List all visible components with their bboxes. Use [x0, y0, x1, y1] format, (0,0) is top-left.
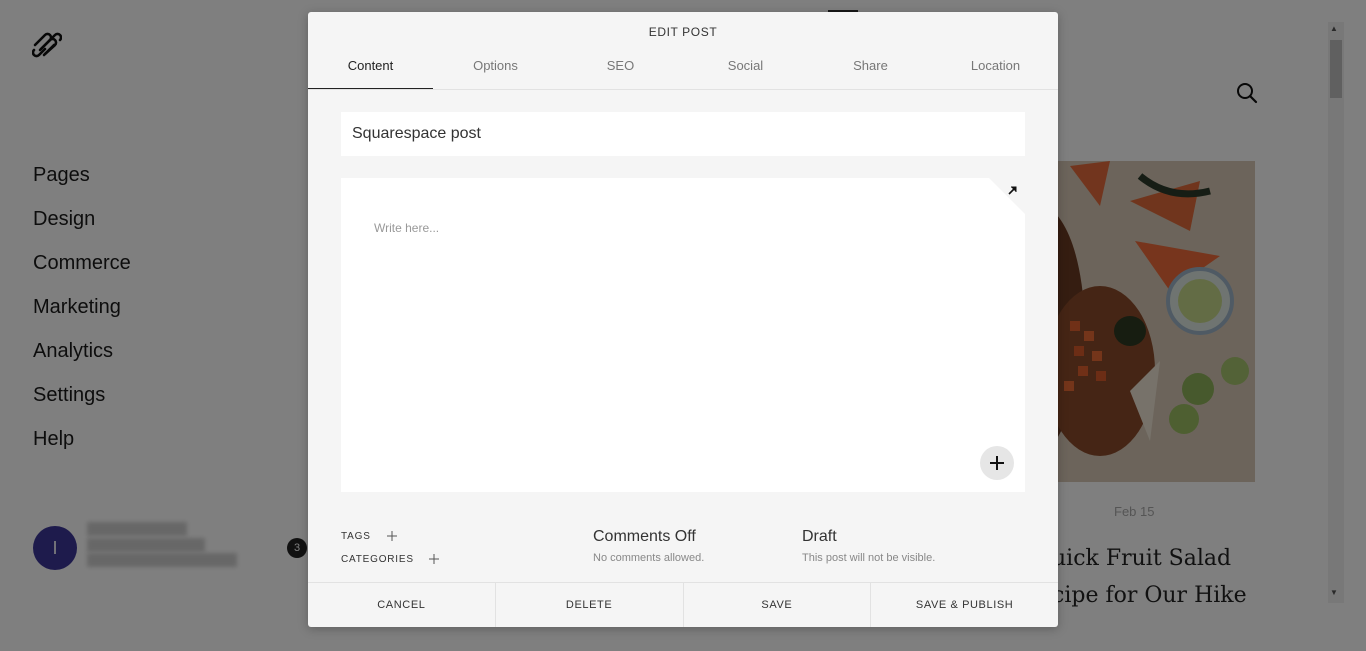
- editor-placeholder: Write here...: [374, 221, 440, 235]
- cancel-button[interactable]: CANCEL: [308, 583, 496, 627]
- plus-icon: [990, 456, 1004, 470]
- save-button[interactable]: SAVE: [684, 583, 872, 627]
- save-and-publish-button[interactable]: SAVE & PUBLISH: [871, 583, 1058, 627]
- status-setting[interactable]: Draft: [802, 528, 837, 546]
- tab-location[interactable]: Location: [933, 54, 1058, 89]
- add-category-icon[interactable]: [429, 554, 439, 564]
- tab-seo[interactable]: SEO: [558, 54, 683, 89]
- delete-button[interactable]: DELETE: [496, 583, 684, 627]
- comments-description: No comments allowed.: [593, 552, 705, 564]
- status-description: This post will not be visible.: [802, 552, 936, 564]
- add-tag-icon[interactable]: [387, 531, 397, 541]
- edit-post-dialog: EDIT POST Content Options SEO Social Sha…: [308, 12, 1058, 627]
- tab-options[interactable]: Options: [433, 54, 558, 89]
- tab-social[interactable]: Social: [683, 54, 808, 89]
- tab-bar: Content Options SEO Social Share Locatio…: [308, 54, 1058, 90]
- add-block-button[interactable]: [980, 446, 1014, 480]
- tab-share[interactable]: Share: [808, 54, 933, 89]
- post-body-editor[interactable]: Write here...: [341, 178, 1025, 492]
- tags-label: TAGS: [341, 531, 371, 542]
- dialog-title: EDIT POST: [648, 25, 718, 39]
- tab-content[interactable]: Content: [308, 54, 433, 89]
- expand-editor-icon[interactable]: [1007, 184, 1019, 196]
- categories-label: CATEGORIES: [341, 554, 414, 565]
- comments-setting[interactable]: Comments Off: [593, 528, 696, 546]
- post-title-input[interactable]: [341, 112, 1025, 156]
- dialog-footer: CANCEL DELETE SAVE SAVE & PUBLISH: [308, 582, 1058, 627]
